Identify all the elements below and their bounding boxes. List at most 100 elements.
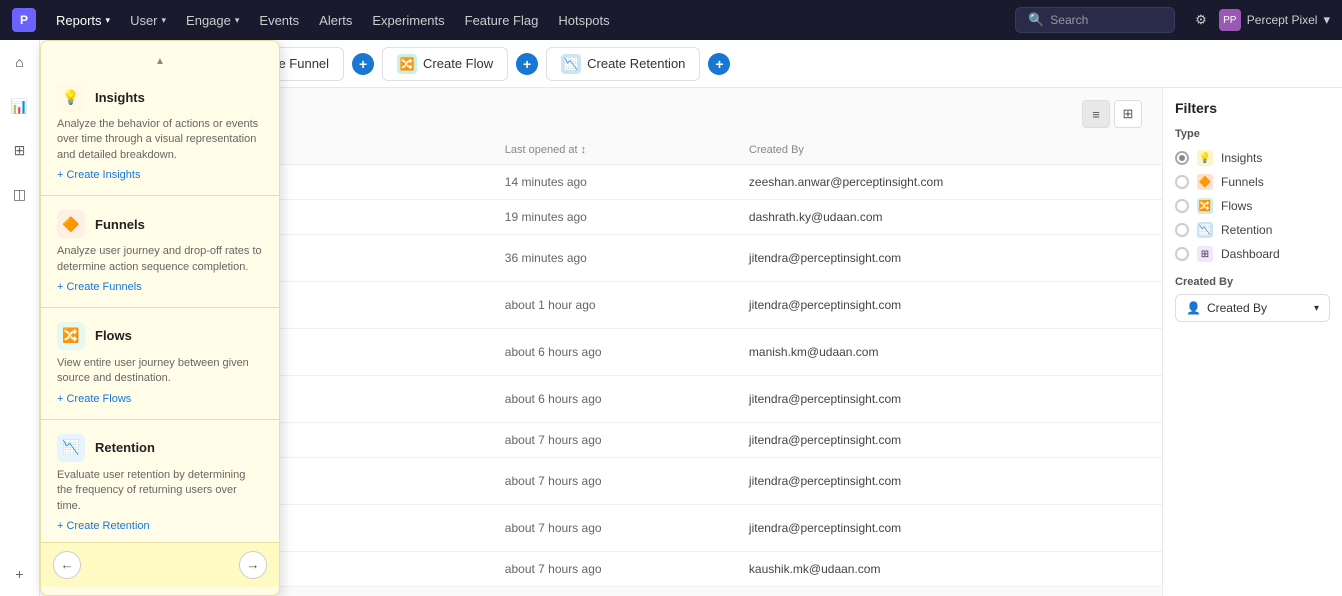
row-created-by: dashrath.ky@udaan.com — [733, 200, 1162, 235]
chevron-down-icon: ▾ — [235, 15, 240, 26]
filter-type-icon: ⊞ — [1197, 246, 1213, 262]
funnel-plus-btn[interactable]: + — [352, 53, 374, 75]
dropdown-item-funnels[interactable]: 🔶 Funnels Analyze user journey and drop-… — [41, 200, 279, 303]
view-toggle: ≡ ⊞ — [1082, 100, 1142, 128]
nav-user[interactable]: User ▾ — [130, 13, 166, 28]
topnav-right: ⚙ PP Percept Pixel ▾ — [1195, 9, 1330, 31]
scroll-up-btn[interactable]: ▲ — [41, 49, 279, 73]
sidebar-icon-add[interactable]: + — [6, 560, 34, 588]
row-created-by: jitendra@perceptinsight.com — [733, 423, 1162, 458]
filter-label: Insights — [1221, 151, 1262, 165]
filter-radio — [1175, 199, 1189, 213]
sidebar: ⌂ 📊 ⊞ ◫ + — [0, 40, 40, 596]
reports-dropdown: ▲ 💡 Insights Analyze the behavior of act… — [40, 40, 280, 596]
nav-events[interactable]: Events — [259, 13, 299, 28]
chevron-down-icon: ▾ — [1323, 12, 1330, 28]
row-last-opened: about 7 hours ago — [489, 505, 733, 552]
insights-icon: 💡 — [57, 83, 85, 111]
row-created-by: jitendra@perceptinsight.com — [733, 376, 1162, 423]
dropdown-item-retention[interactable]: 📉 Retention Evaluate user retention by d… — [41, 424, 279, 542]
row-created-by: zeeshan.anwar@perceptinsight.com — [733, 165, 1162, 200]
filter-type-icon: 📉 — [1197, 222, 1213, 238]
filter-type-options: 💡 Insights 🔶 Funnels 🔀 Flows 📉 Retention… — [1175, 146, 1330, 266]
sidebar-icon-other[interactable]: ◫ — [6, 180, 34, 208]
dropdown-nav-arrows: ← → — [41, 542, 279, 587]
grid-view-btn[interactable]: ⊞ — [1114, 100, 1142, 128]
flow-toolbar-btn[interactable]: 🔀 Create Flow — [382, 47, 508, 81]
flow-btn-icon: 🔀 — [397, 54, 417, 74]
filters-panel: Filters Type 💡 Insights 🔶 Funnels 🔀 Flow… — [1162, 88, 1342, 596]
user-icon: 👤 — [1186, 301, 1201, 315]
row-last-opened: 14 minutes ago — [489, 165, 733, 200]
logo-text: P — [20, 13, 28, 27]
col-last-opened[interactable]: Last opened at ↕ — [489, 136, 733, 165]
flows-icon: 🔀 — [57, 322, 85, 350]
filter-radio — [1175, 247, 1189, 261]
logo[interactable]: P — [12, 8, 36, 32]
filter-type-label: Type — [1175, 128, 1330, 140]
filter-radio — [1175, 151, 1189, 165]
nav-engage[interactable]: Engage ▾ — [186, 13, 239, 28]
col-created-by: Created By — [733, 136, 1162, 165]
filter-option-dashboard[interactable]: ⊞ Dashboard — [1175, 242, 1330, 266]
create-insights-link[interactable]: + Create Insights — [57, 169, 263, 181]
search-bar[interactable]: 🔍 Search — [1015, 7, 1175, 33]
nav-alerts[interactable]: Alerts — [319, 13, 352, 28]
retention-icon: 📉 — [57, 434, 85, 462]
dropdown-item-insights[interactable]: 💡 Insights Analyze the behavior of actio… — [41, 73, 279, 191]
created-by-dropdown[interactable]: 👤 Created By ▾ — [1175, 294, 1330, 322]
row-created-by: jitendra@perceptinsight.com — [733, 505, 1162, 552]
row-last-opened: 36 minutes ago — [489, 235, 733, 282]
row-last-opened: about 7 hours ago — [489, 458, 733, 505]
sidebar-icon-chart[interactable]: 📊 — [6, 92, 34, 120]
next-arrow-btn[interactable]: → — [239, 551, 267, 579]
settings-icon[interactable]: ⚙ — [1195, 12, 1207, 28]
filter-radio — [1175, 175, 1189, 189]
row-created-by: kaushik.mk@udaan.com — [733, 552, 1162, 587]
row-last-opened: about 6 hours ago — [489, 329, 733, 376]
filter-created-by-label: Created By — [1175, 276, 1330, 288]
sidebar-icon-grid[interactable]: ⊞ — [6, 136, 34, 164]
filter-radio — [1175, 223, 1189, 237]
filter-label: Funnels — [1221, 175, 1264, 189]
filters-title: Filters — [1175, 100, 1330, 116]
filter-type-icon: 🔀 — [1197, 198, 1213, 214]
filter-option-flows[interactable]: 🔀 Flows — [1175, 194, 1330, 218]
row-last-opened: 19 minutes ago — [489, 200, 733, 235]
avatar: PP — [1219, 9, 1241, 31]
search-icon: 🔍 — [1028, 12, 1044, 28]
filter-type-icon: 🔶 — [1197, 174, 1213, 190]
dropdown-item-flows[interactable]: 🔀 Flows View entire user journey between… — [41, 312, 279, 415]
prev-arrow-btn[interactable]: ← — [53, 551, 81, 579]
retention-plus-btn[interactable]: + — [708, 53, 730, 75]
row-last-opened: about 7 hours ago — [489, 552, 733, 587]
create-retention-link[interactable]: + Create Retention — [57, 520, 263, 532]
create-funnels-link[interactable]: + Create Funnels — [57, 281, 263, 293]
nav-hotspots[interactable]: Hotspots — [558, 13, 609, 28]
chevron-down-icon: ▾ — [106, 15, 111, 26]
funnels-icon: 🔶 — [57, 210, 85, 238]
create-flows-link[interactable]: + Create Flows — [57, 393, 263, 405]
user-menu[interactable]: PP Percept Pixel ▾ — [1219, 9, 1330, 31]
list-view-btn[interactable]: ≡ — [1082, 100, 1110, 128]
sidebar-icon-home[interactable]: ⌂ — [6, 48, 34, 76]
main-layout: ⌂ 📊 ⊞ ◫ + ▲ 💡 Insights Analyze the behav… — [0, 40, 1342, 596]
row-created-by: manish.km@udaan.com — [733, 329, 1162, 376]
retention-btn-icon: 📉 — [561, 54, 581, 74]
topnav: P Reports ▾ User ▾ Engage ▾ Events Alert… — [0, 0, 1342, 40]
row-last-opened: about 1 hour ago — [489, 282, 733, 329]
filter-label: Retention — [1221, 223, 1272, 237]
filter-option-retention[interactable]: 📉 Retention — [1175, 218, 1330, 242]
retention-toolbar-btn[interactable]: 📉 Create Retention — [546, 47, 700, 81]
nav-feature-flag[interactable]: Feature Flag — [465, 13, 539, 28]
row-created-by: jitendra@perceptinsight.com — [733, 282, 1162, 329]
flow-plus-btn[interactable]: + — [516, 53, 538, 75]
filter-option-insights[interactable]: 💡 Insights — [1175, 146, 1330, 170]
nav-reports[interactable]: Reports ▾ — [56, 13, 110, 28]
filter-label: Dashboard — [1221, 247, 1280, 261]
row-last-opened: about 7 hours ago — [489, 423, 733, 458]
chevron-down-icon: ▾ — [1314, 303, 1319, 314]
filter-option-funnels[interactable]: 🔶 Funnels — [1175, 170, 1330, 194]
row-created-by: jitendra@perceptinsight.com — [733, 235, 1162, 282]
nav-experiments[interactable]: Experiments — [372, 13, 444, 28]
